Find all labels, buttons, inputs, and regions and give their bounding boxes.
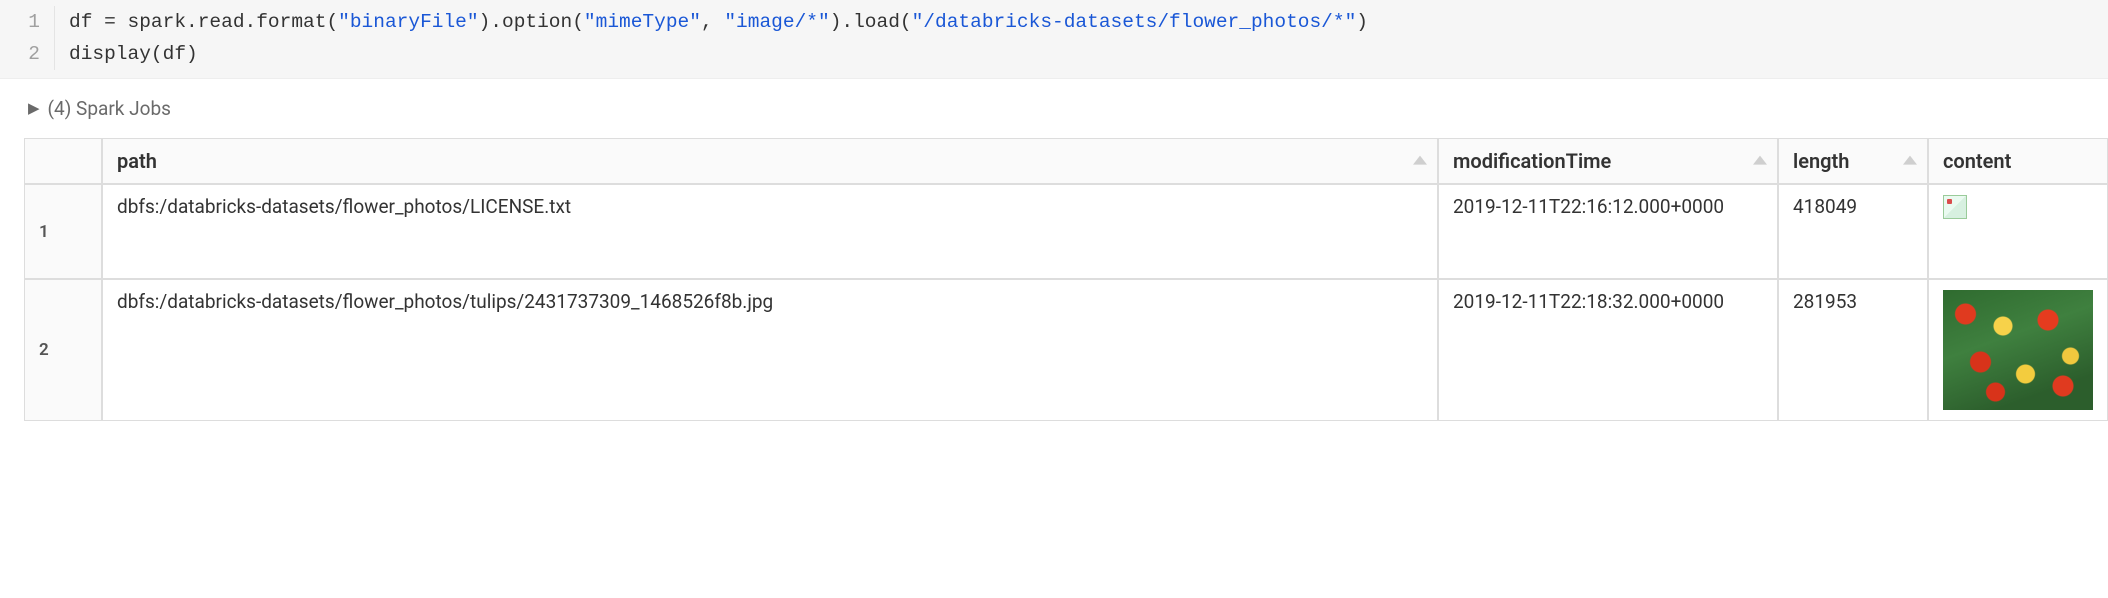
table-row: 1 dbfs:/databricks-datasets/flower_photo… — [24, 184, 2108, 279]
code-gutter: 1 2 — [0, 6, 55, 70]
broken-image-icon — [1943, 195, 1967, 219]
col-header-modification-time[interactable]: modificationTime — [1438, 138, 1778, 184]
col-label: modificationTime — [1453, 149, 1611, 173]
spark-jobs-disclosure[interactable]: ▶ (4) Spark Jobs — [0, 79, 2108, 130]
sort-asc-icon — [1903, 156, 1917, 165]
col-label: length — [1793, 149, 1849, 173]
cell-content[interactable] — [1928, 279, 2108, 421]
cell-content[interactable] — [1928, 184, 2108, 279]
chevron-right-icon: ▶ — [28, 99, 40, 117]
col-header-path[interactable]: path — [102, 138, 1438, 184]
row-index: 1 — [24, 184, 102, 279]
cell-path[interactable]: dbfs:/databricks-datasets/flower_photos/… — [102, 184, 1438, 279]
code-line: df = spark.read.format("binaryFile").opt… — [69, 6, 1368, 38]
code-line: display(df) — [69, 38, 1368, 70]
code-cell[interactable]: 1 2 df = spark.read.format("binaryFile")… — [0, 0, 2108, 79]
line-number: 2 — [0, 38, 40, 70]
row-index-header[interactable] — [24, 138, 102, 184]
spark-jobs-label: (4) Spark Jobs — [48, 97, 171, 120]
cell-length[interactable]: 281953 — [1778, 279, 1928, 421]
code-content[interactable]: df = spark.read.format("binaryFile").opt… — [55, 6, 1368, 70]
result-table: path modificationTime length content 1 d… — [24, 138, 2108, 421]
col-label: content — [1943, 149, 2011, 173]
col-header-content[interactable]: content — [1928, 138, 2108, 184]
cell-modification-time[interactable]: 2019-12-11T22:16:12.000+0000 — [1438, 184, 1778, 279]
line-number: 1 — [0, 6, 40, 38]
cell-modification-time[interactable]: 2019-12-11T22:18:32.000+0000 — [1438, 279, 1778, 421]
cell-path[interactable]: dbfs:/databricks-datasets/flower_photos/… — [102, 279, 1438, 421]
row-index: 2 — [24, 279, 102, 421]
cell-length[interactable]: 418049 — [1778, 184, 1928, 279]
col-header-length[interactable]: length — [1778, 138, 1928, 184]
sort-asc-icon — [1413, 156, 1427, 165]
sort-asc-icon — [1753, 156, 1767, 165]
table-header-row: path modificationTime length content — [24, 138, 2108, 184]
thumbnail-image — [1943, 290, 2093, 410]
table-row: 2 dbfs:/databricks-datasets/flower_photo… — [24, 279, 2108, 421]
col-label: path — [117, 149, 157, 173]
